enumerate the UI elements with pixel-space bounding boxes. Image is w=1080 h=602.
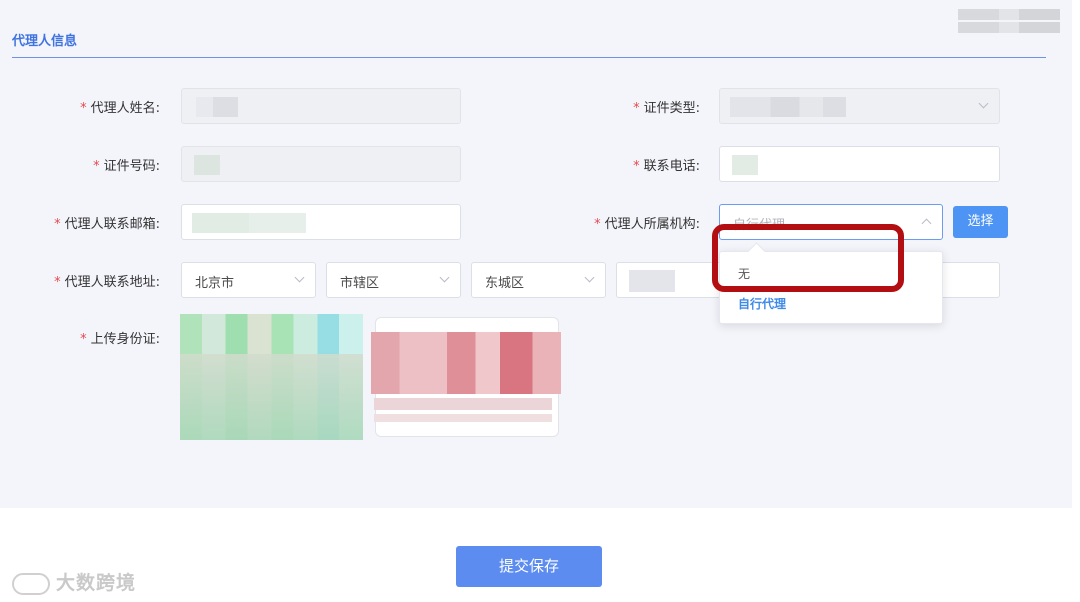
id-type-select[interactable]	[719, 88, 1000, 124]
agent-name-label-text: 代理人姓名:	[90, 101, 160, 116]
required-mark: *	[80, 101, 87, 116]
address-label: * 代理人联系地址:	[54, 271, 160, 290]
district-value: 东城区	[485, 276, 525, 291]
dropdown-option-self-agent[interactable]: 自行代理	[738, 295, 786, 312]
id-back-thumbnail[interactable]	[371, 317, 561, 437]
id-back-redacted-line	[374, 398, 552, 410]
id-type-label: * 证件类型:	[633, 97, 700, 116]
redacted-phone	[732, 155, 758, 175]
redacted-name	[196, 97, 238, 117]
agent-name-input[interactable]	[181, 88, 461, 124]
city-select[interactable]: 市辖区	[326, 262, 461, 298]
org-label: * 代理人所属机构:	[594, 213, 700, 232]
id-upload-label-text: 上传身份证:	[90, 332, 160, 347]
id-number-input[interactable]	[181, 146, 461, 182]
redacted-user-info	[958, 9, 1060, 33]
chevron-down-icon	[584, 272, 595, 283]
org-label-text: 代理人所属机构:	[604, 217, 700, 232]
form-panel: 代理人信息 * 代理人姓名: * 证件类型: * 证件号码: * 联系电话: *…	[0, 0, 1072, 508]
id-number-label: * 证件号码:	[93, 155, 160, 174]
id-front-thumbnail-lower	[180, 354, 363, 440]
redacted-email	[192, 213, 306, 233]
redacted-id-type	[730, 97, 846, 117]
watermark-logo-icon	[12, 572, 50, 595]
chevron-up-icon	[921, 218, 932, 229]
chevron-down-icon	[294, 272, 305, 283]
province-select[interactable]: 北京市	[181, 262, 316, 298]
submit-save-button[interactable]: 提交保存	[456, 546, 602, 587]
choose-button[interactable]: 选择	[953, 206, 1008, 238]
redacted-id-number	[194, 155, 220, 175]
section-title: 代理人信息	[12, 34, 78, 49]
section-divider	[12, 57, 1046, 58]
annotation-highlight	[712, 224, 904, 292]
required-mark: *	[80, 332, 87, 347]
district-select[interactable]: 东城区	[471, 262, 606, 298]
id-back-redacted-block	[371, 332, 561, 394]
id-front-thumbnail[interactable]	[180, 314, 363, 440]
id-upload-label: * 上传身份证:	[80, 328, 160, 347]
chevron-down-icon	[978, 98, 989, 109]
phone-label-text: 联系电话:	[643, 159, 700, 174]
phone-label: * 联系电话:	[633, 155, 700, 174]
required-mark: *	[633, 159, 640, 174]
required-mark: *	[93, 159, 100, 174]
chevron-down-icon	[439, 272, 450, 283]
phone-input[interactable]	[719, 146, 1000, 182]
city-value: 市辖区	[340, 276, 380, 291]
email-input[interactable]	[181, 204, 461, 240]
address-label-text: 代理人联系地址:	[64, 275, 160, 290]
id-back-redacted-line	[374, 414, 552, 422]
email-label: * 代理人联系邮箱:	[54, 213, 160, 232]
required-mark: *	[54, 275, 61, 290]
watermark: 大数跨境	[12, 568, 136, 595]
required-mark: *	[594, 217, 601, 232]
agent-name-label: * 代理人姓名:	[80, 97, 160, 116]
required-mark: *	[54, 217, 61, 232]
id-type-label-text: 证件类型:	[643, 101, 700, 116]
redacted-address	[629, 270, 675, 292]
id-number-label-text: 证件号码:	[103, 159, 160, 174]
email-label-text: 代理人联系邮箱:	[64, 217, 160, 232]
province-value: 北京市	[195, 276, 235, 291]
page: 代理人信息 * 代理人姓名: * 证件类型: * 证件号码: * 联系电话: *…	[0, 0, 1080, 602]
watermark-text: 大数跨境	[56, 572, 137, 594]
required-mark: *	[633, 101, 640, 116]
